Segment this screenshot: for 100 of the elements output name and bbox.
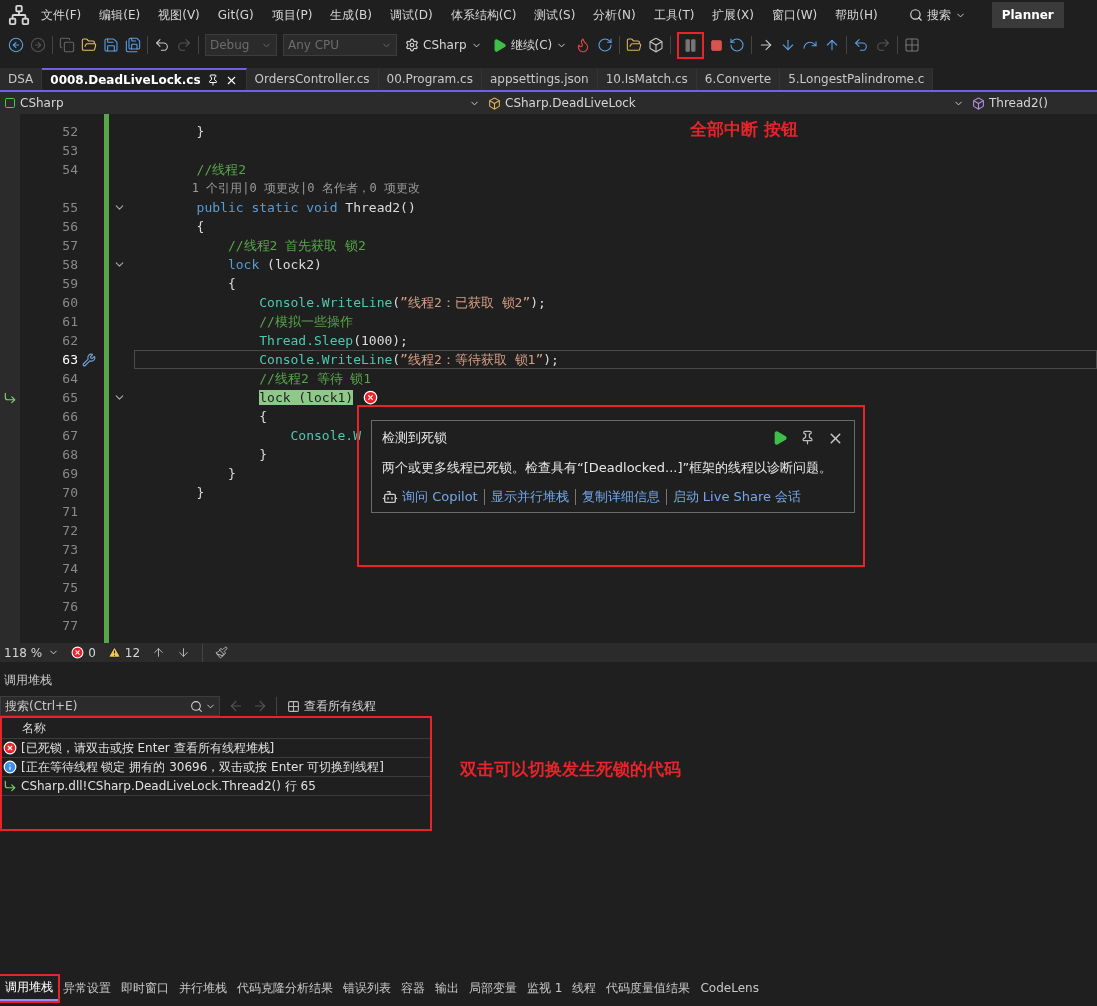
undo-icon[interactable] — [154, 37, 170, 53]
menu-item[interactable]: 工具(T) — [646, 3, 702, 27]
line-number: 65 — [61, 390, 79, 405]
file-tab[interactable]: appsettings.json — [481, 68, 598, 90]
menu-item[interactable]: 调试(D) — [383, 3, 440, 27]
column-header[interactable]: 名称 — [2, 718, 430, 739]
panel-tab[interactable]: 并行堆栈 — [174, 976, 232, 1000]
pause-icon — [683, 37, 699, 53]
project-dropdown[interactable]: CSharp — [0, 96, 484, 110]
menu-item[interactable]: 帮助(H) — [828, 3, 885, 27]
code-line: public static void Thread2() — [195, 199, 416, 217]
warning-count[interactable]: 12 — [107, 645, 141, 660]
play-icon — [491, 37, 507, 53]
popup-message: 两个或更多线程已死锁。检查具有“[Deadlocked...]”框架的线程以诊断问题。 — [382, 459, 834, 477]
panel-tab[interactable]: 调用堆栈 — [0, 975, 58, 1001]
continue-button[interactable]: 继续(C) — [489, 36, 570, 54]
code-line: //线程2 等待 锁1 — [258, 369, 372, 388]
line-number: 60 — [61, 295, 79, 310]
panel-tab[interactable]: 代码度量值结果 — [601, 976, 696, 1000]
restart-icon[interactable] — [729, 37, 746, 53]
back-icon[interactable] — [8, 37, 24, 53]
line-number: 58 — [61, 257, 79, 272]
stack-frame-row[interactable]: [已死锁，请双击或按 Enter 查看所有线程堆栈] — [2, 739, 430, 758]
panel-tab[interactable]: 输出 — [430, 976, 464, 1000]
undo-icon[interactable] — [853, 37, 870, 53]
menu-item[interactable]: 分析(N) — [586, 3, 643, 27]
popup-link[interactable]: 显示并行堆栈 — [490, 488, 569, 506]
popup-title: 检测到死锁 — [382, 429, 447, 447]
file-tab[interactable]: 0008.DeadLiveLock.cs — [42, 68, 247, 90]
panel-tab[interactable]: 错误列表 — [338, 976, 396, 1000]
search-button[interactable]: 搜索 — [902, 5, 972, 25]
file-tab[interactable]: 5.LongestPalindrome.c — [780, 68, 934, 90]
file-tab[interactable]: DSA — [0, 68, 43, 90]
zoom-dropdown[interactable]: 118 % — [4, 645, 60, 660]
save-all-icon[interactable] — [125, 37, 141, 53]
line-number: 72 — [61, 523, 79, 538]
pin-icon[interactable] — [206, 74, 219, 86]
line-number: 66 — [61, 409, 79, 424]
member-dropdown[interactable]: Thread2() — [968, 96, 1097, 110]
pin-icon[interactable] — [800, 429, 815, 445]
file-tab[interactable]: OrdersController.cs — [246, 68, 379, 90]
line-number: 61 — [61, 314, 79, 329]
startup-project-button[interactable]: CSharp — [403, 38, 484, 52]
panel-tab[interactable]: CodeLens — [695, 978, 764, 998]
stop-icon[interactable] — [710, 38, 724, 52]
search-icon[interactable] — [190, 699, 203, 713]
panel-title: 调用堆栈 — [3, 672, 53, 689]
line-number: 53 — [61, 143, 79, 158]
line-number: 74 — [61, 561, 79, 576]
panel-tab[interactable]: 线程 — [567, 976, 602, 1000]
line-number: 52 — [61, 124, 79, 139]
brush-icon[interactable] — [215, 646, 229, 659]
info-icon — [3, 760, 17, 774]
menu-item[interactable]: 编辑(E) — [92, 3, 148, 27]
panel-tab[interactable]: 异常设置 — [58, 976, 116, 1000]
stack-frame-row[interactable]: CSharp.dll!CSharp.DeadLiveLock.Thread2() 行 65 — [2, 777, 430, 796]
code-line: { — [226, 275, 236, 293]
menu-item[interactable]: 项目(P) — [264, 3, 320, 27]
panel-tab[interactable]: 监视 1 — [522, 976, 568, 1000]
up-arrow-icon[interactable] — [152, 646, 166, 659]
play-icon[interactable] — [772, 429, 788, 446]
account-button[interactable]: Planner — [991, 2, 1064, 28]
panel-tab[interactable]: 代码克隆分析结果 — [232, 976, 338, 1000]
refresh-icon[interactable] — [597, 37, 614, 53]
pause-button[interactable] — [677, 31, 705, 59]
popup-link[interactable]: 询问 Copilot — [382, 488, 478, 506]
save-icon[interactable] — [103, 37, 119, 53]
view-threads-button[interactable]: 查看所有线程 — [285, 697, 378, 715]
file-tab[interactable]: 6.Converte — [696, 68, 781, 90]
panel-tab[interactable]: 即时窗口 — [116, 976, 174, 1000]
method-icon — [972, 96, 985, 110]
folder-icon[interactable] — [81, 37, 97, 53]
panel-tab[interactable]: 容器 — [396, 976, 430, 1000]
search-field[interactable]: 搜索(Ctrl+E) — [0, 696, 220, 716]
error-icon — [3, 741, 17, 755]
menu-item[interactable]: Git(G) — [210, 5, 261, 25]
codelens-text[interactable]: 1 个引用|0 项更改|0 名作者，0 项更改 — [134, 180, 421, 197]
type-dropdown[interactable]: CSharp.DeadLiveLock — [484, 96, 968, 110]
menu-item[interactable]: 生成(B) — [323, 3, 379, 27]
menu-item[interactable]: 体系结构(C) — [443, 3, 524, 27]
thread-arrow-icon — [3, 779, 17, 793]
popup-link[interactable]: 复制详细信息 — [581, 488, 660, 506]
error-icon[interactable] — [363, 390, 379, 405]
menu-item[interactable]: 测试(S) — [527, 3, 583, 27]
menu-item[interactable]: 视图(V) — [151, 3, 207, 27]
stack-frame-row[interactable]: [正在等待线程 锁定 拥有的 30696，双击或按 Enter 可切换到线程] — [2, 758, 430, 777]
error-count[interactable]: 0 — [71, 645, 96, 660]
code-line: } — [195, 484, 205, 502]
panel-tab[interactable]: 局部变量 — [464, 976, 522, 1000]
file-tab[interactable]: 00.Program.cs — [378, 68, 482, 90]
line-number: 67 — [61, 428, 79, 443]
code-line: //线程2 首先获取 锁2 — [226, 236, 366, 255]
down-arrow-icon[interactable] — [177, 646, 191, 659]
menu-item[interactable]: 文件(F) — [34, 3, 89, 27]
menu-item[interactable]: 扩展(X) — [705, 3, 761, 27]
menu-item[interactable]: 窗口(W) — [765, 3, 825, 27]
popup-link[interactable]: 启动 Live Share 会话 — [672, 488, 802, 506]
file-tab[interactable]: 10.IsMatch.cs — [597, 68, 697, 90]
grid-icon[interactable] — [904, 37, 921, 53]
line-number: 57 — [61, 238, 79, 253]
